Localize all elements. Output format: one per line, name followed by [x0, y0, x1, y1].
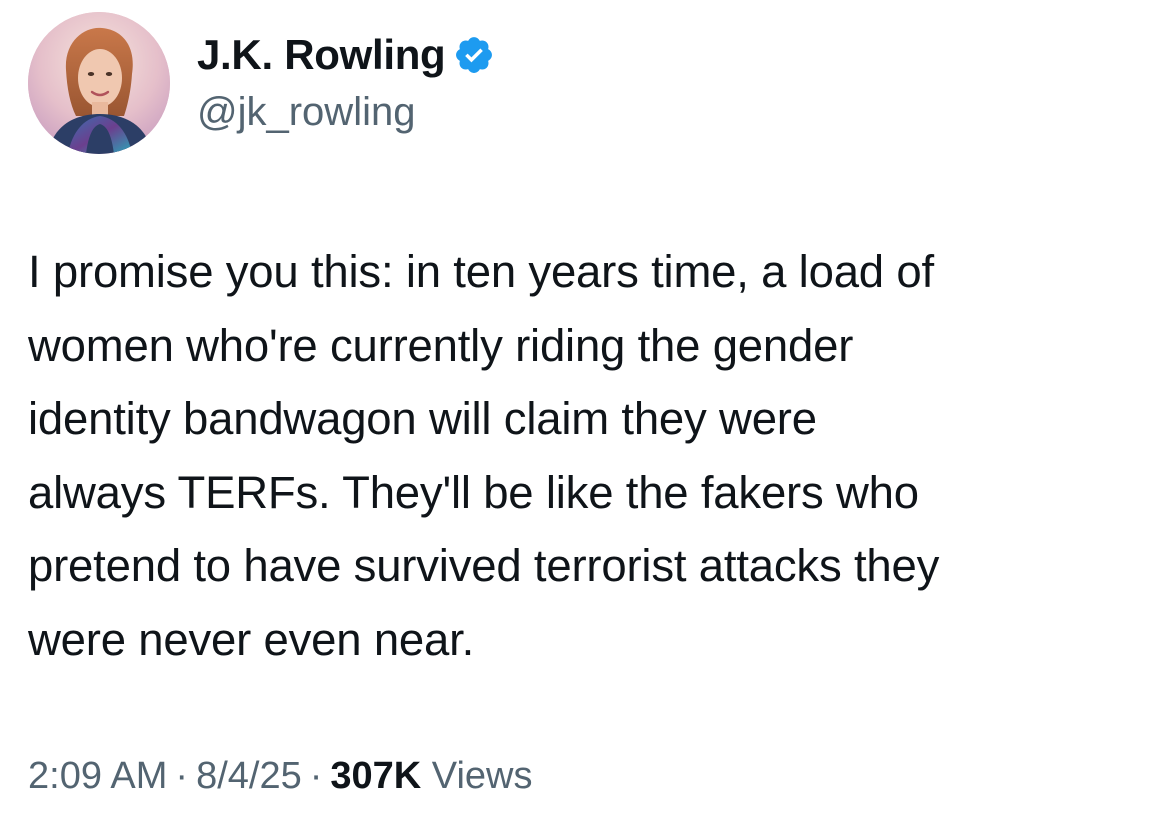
tweet-text-line: women who're currently riding the gender — [28, 319, 854, 371]
views-count[interactable]: 307K — [330, 755, 421, 797]
display-name[interactable]: J.K. Rowling — [197, 28, 446, 82]
views-label[interactable]: Views — [432, 755, 533, 797]
tweet-time[interactable]: 2:09 AM — [28, 755, 167, 797]
avatar-image — [28, 12, 170, 154]
tweet-date[interactable]: 8/4/25 — [196, 755, 302, 797]
tweet-text: I promise you this: in ten years time, a… — [28, 235, 1158, 676]
verified-badge-icon[interactable] — [453, 34, 495, 76]
tweet-text-line: I promise you this: in ten years time, a… — [28, 246, 934, 297]
display-name-row: J.K. Rowling — [197, 28, 495, 82]
tweet-text-line: identity bandwagon will claim they were — [28, 393, 817, 444]
tweet-metadata: 2:09 AM · 8/4/25 · 307K Views — [28, 748, 532, 804]
separator-dot: · — [175, 755, 189, 797]
separator-dot: · — [309, 755, 323, 797]
handle[interactable]: @jk_rowling — [197, 86, 495, 138]
author-names: J.K. Rowling @jk_rowling — [197, 28, 495, 138]
tweet-text-line: were never even near. — [28, 613, 475, 665]
tweet-text-line: always TERFs. They'll be like the fakers… — [28, 466, 919, 518]
tweet-text-line: pretend to have survived terrorist attac… — [28, 540, 940, 591]
avatar[interactable] — [28, 12, 170, 154]
tweet-header: J.K. Rowling @jk_rowling — [28, 12, 495, 154]
tweet-card: J.K. Rowling @jk_rowling I promise you t… — [0, 0, 1170, 827]
